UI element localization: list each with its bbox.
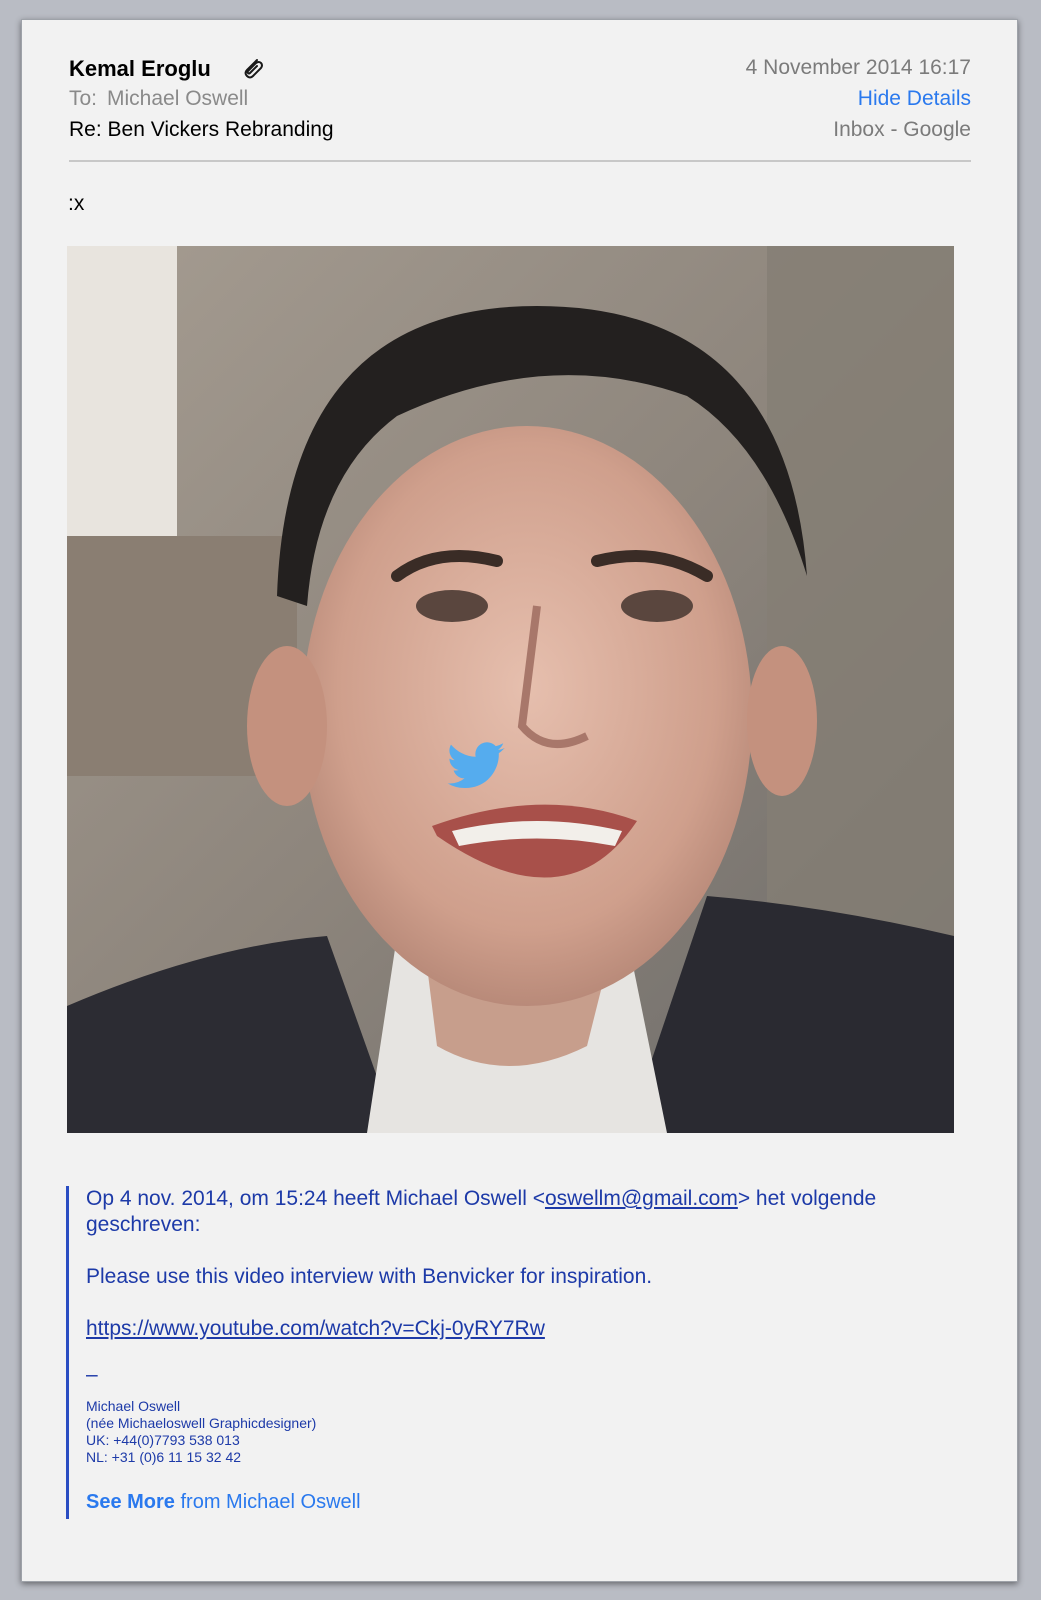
subject: Re: Ben Vickers Rebranding: [69, 118, 334, 141]
header-left: Kemal Eroglu To: Michael Oswell Re: Ben V…: [69, 52, 334, 145]
portrait-photo: [67, 246, 954, 1133]
signature: Michael Oswell (née Michaeloswell Graphi…: [86, 1398, 946, 1466]
recipient-name[interactable]: Michael Oswell: [107, 87, 248, 110]
signature-name: Michael Oswell: [86, 1398, 181, 1414]
sender-email-link[interactable]: oswellm@gmail.com: [545, 1187, 738, 1210]
youtube-link[interactable]: https://www.youtube.com/watch?v=Ckj-0yRY…: [86, 1317, 545, 1340]
see-more-suffix: from Michael Oswell: [174, 1491, 361, 1513]
quote-message: Please use this video interview with Ben…: [86, 1265, 653, 1288]
quote-intro-after: > het volgende: [737, 1187, 877, 1210]
email-message: Kemal Eroglu To: Michael Oswell Re: Ben V…: [21, 19, 1018, 1582]
quote-intro-before: Op 4 nov. 2014, om 15:24 heeft Michael O…: [86, 1187, 545, 1210]
signature-phone-uk: UK: +44(0)7793 538 013: [86, 1432, 240, 1448]
quote-intro: Op 4 nov. 2014, om 15:24 heeft Michael O…: [86, 1186, 946, 1212]
signature-title: (née Michaeloswell Graphicdesigner): [86, 1415, 317, 1431]
quote-intro-line2: geschreven:: [86, 1213, 201, 1236]
paperclip-icon: [241, 55, 265, 81]
to-label: To:: [69, 87, 98, 110]
sender-name[interactable]: Kemal Eroglu: [69, 53, 211, 84]
see-more-line: See More from Michael Oswell: [86, 1491, 946, 1514]
message-body-text: :x: [68, 192, 85, 215]
signature-phone-nl: NL: +31 (0)6 11 15 32 42: [86, 1449, 242, 1465]
see-more-link[interactable]: See More: [86, 1491, 175, 1513]
recipient-line: To: Michael Oswell: [69, 83, 334, 114]
header-divider: [69, 160, 971, 162]
signature-dash: –: [86, 1363, 98, 1386]
header-right: 4 November 2014 16:17 Hide Details Inbox…: [746, 52, 971, 145]
mailbox-label: Inbox - Google: [833, 118, 971, 141]
message-date: 4 November 2014 16:17: [745, 56, 971, 79]
quoted-message: Op 4 nov. 2014, om 15:24 heeft Michael O…: [66, 1186, 946, 1519]
hide-details-link[interactable]: Hide Details: [746, 83, 971, 114]
